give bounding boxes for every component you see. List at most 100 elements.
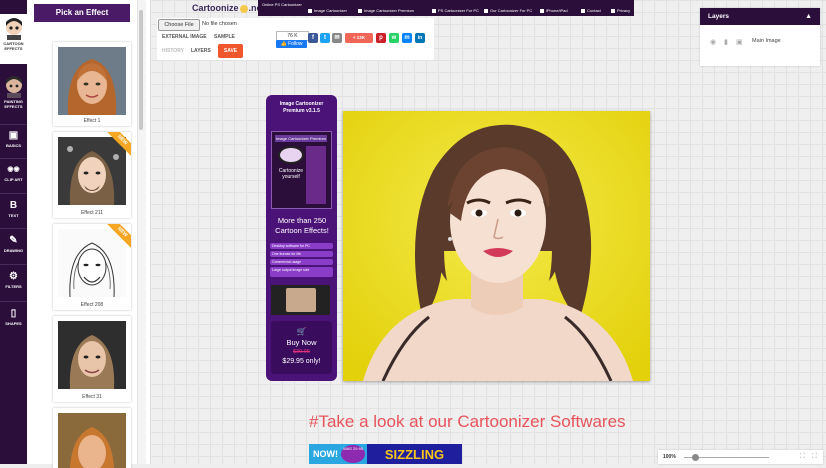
face-avatar-icon (5, 18, 22, 40)
fit-screen-icon[interactable]: ⛶ (800, 453, 805, 461)
save-button[interactable]: SAVE (218, 44, 243, 58)
promo-product-box: Image Cartoonizer Premium Cartoonize you… (271, 131, 332, 209)
tool-filters[interactable]: ⚙ FILTERS (0, 271, 27, 295)
layers-panel: Layers ▲ ◉ ▮ ▣ Main Image (700, 8, 820, 66)
nav-item-label: Image Cartoonizer Premium (364, 8, 415, 13)
promo-feature: Desktop software for PC (270, 243, 333, 249)
layers-tab[interactable]: LAYERS (191, 48, 211, 54)
tool-label: CARTOON EFFECTS (3, 41, 24, 51)
layer-item[interactable]: ◉ ▮ ▣ Main Image (706, 36, 814, 48)
nav-top-label[interactable]: Online PS Cartoonizer (262, 2, 302, 7)
buy-now-button[interactable]: 🛒 Buy Now $39.95 $29.95 only! (271, 321, 332, 374)
nav-mail-icon (581, 8, 585, 13)
lock-icon[interactable]: ▣ (736, 38, 743, 46)
effect-card-31[interactable]: Effect 31 (53, 316, 131, 402)
new-price: $29.95 only! (282, 358, 321, 365)
nav-phone-icon (540, 8, 544, 13)
promo-box-text: Cartoonize yourself (278, 168, 304, 180)
promo-screenshot (271, 285, 330, 315)
effect-card-208[interactable]: NEW Effect 208 (53, 224, 131, 310)
promo-feature: Large output image size (270, 267, 333, 277)
tool-basics[interactable]: ▣ BASICS (0, 130, 27, 154)
premium-promo-banner[interactable]: Image Cartoonizer Premium v3.1.5 Image C… (266, 95, 337, 381)
top-nav: Online PS Cartoonizer Image Cartoonizer … (258, 0, 634, 16)
nav-lock-icon (611, 8, 615, 13)
tool-shapes[interactable]: ▯ SHAPES (0, 308, 27, 332)
pick-effect-header: Pick an Effect (34, 4, 130, 22)
tool-drawing[interactable]: ✎ DRAWING (0, 235, 27, 259)
nav-item-ps-pc[interactable]: PS Cartoonizer For PC (432, 8, 479, 14)
nav-image-icon (358, 8, 362, 13)
buy-label: Buy Now (286, 338, 317, 347)
tool-divider (0, 158, 27, 159)
file-status: No file chosen (202, 21, 237, 27)
nav-item-label: Our Cartoonizer For PC (490, 8, 533, 13)
image-icon: ▣ (8, 130, 19, 141)
tool-label: CLIP ART (4, 177, 23, 182)
tool-label: TEXT (8, 213, 19, 218)
history-tab[interactable]: HISTORY (162, 48, 184, 54)
promo-eye-graphic (278, 146, 304, 164)
effect-card-211[interactable]: NEW Effect 211 (53, 132, 131, 218)
tool-label: PAINTING EFFECTS (4, 99, 23, 109)
nav-item-label: PS Cartoonizer For PC (438, 8, 479, 13)
effect-card-1[interactable]: Effect 1 (53, 42, 131, 126)
effect-preview-image (58, 137, 126, 205)
sample-link[interactable]: SAMPLE (214, 34, 235, 40)
pinterest-share-icon[interactable]: p (376, 33, 386, 43)
nav-item-contact[interactable]: Contact (581, 8, 601, 14)
zoom-slider-handle[interactable] (692, 454, 699, 461)
main-image-canvas[interactable] (343, 111, 650, 381)
effect-thumbnail (58, 137, 126, 205)
nav-item-iphone[interactable]: iPhone/iPad (540, 8, 568, 14)
price-badge: WAS 29.95 (341, 445, 365, 463)
gear-icon: ⚙ (9, 271, 18, 282)
tool-text[interactable]: B TEXT (0, 200, 27, 224)
cart-icon: 🛒 (296, 327, 307, 336)
twitter-share-icon[interactable]: t (320, 33, 330, 43)
brush-icon: ✎ (9, 235, 18, 246)
fullscreen-icon[interactable]: ⛶ (812, 453, 817, 461)
email-share-icon[interactable]: ✉ (332, 33, 342, 43)
effect-card-5[interactable] (53, 408, 131, 468)
promo-thumbnail-sizzling[interactable]: SIZZLING (367, 444, 462, 464)
tool-label: DRAWING (3, 248, 24, 253)
nav-item-image-cartoonizer[interactable]: Image Cartoonizer (308, 8, 347, 14)
effects-scroll-thumb[interactable] (139, 10, 143, 130)
effect-preview-image (58, 47, 126, 115)
messenger-share-icon[interactable]: m (402, 33, 412, 43)
tool-cartoon-effects[interactable]: CARTOON EFFECTS (0, 14, 27, 64)
facebook-share-icon[interactable]: f (308, 33, 318, 43)
eye-visibility-icon[interactable]: ◉ (710, 38, 716, 46)
nav-item-our-pc[interactable]: Our Cartoonizer For PC (484, 8, 532, 14)
more-share-button[interactable]: + 13K (345, 33, 373, 43)
effect-preview-image (58, 229, 126, 297)
nav-item-premium[interactable]: Image Cartoonizer Premium (358, 8, 414, 14)
effect-label: Effect 1 (83, 118, 101, 124)
nav-image-icon (432, 8, 436, 13)
text-b-icon: B (9, 200, 18, 211)
promo-title: Image Cartoonizer Premium v3.1.5 (279, 101, 324, 114)
site-logo[interactable]: Cartoonize .net (192, 3, 265, 13)
effect-label: Effect 211 (80, 210, 104, 216)
chevron-up-icon[interactable]: ▲ (805, 8, 812, 25)
choose-file-button[interactable]: Choose File (158, 19, 200, 31)
tool-divider (0, 193, 27, 194)
promo-headline: More than 250 Cartoon Effects! (275, 216, 329, 235)
tool-painting-effects[interactable]: PAINTING EFFECTS (0, 72, 27, 118)
follow-button[interactable]: 👍 Follow (276, 40, 307, 48)
promo-feature: Commercial usage (270, 259, 333, 265)
effect-thumbnail (58, 413, 126, 468)
whatsapp-share-icon[interactable]: w (389, 33, 399, 43)
nav-item-privacy[interactable]: Privacy (611, 8, 630, 14)
linkedin-share-icon[interactable]: in (415, 33, 425, 43)
layers-header[interactable]: Layers (700, 8, 820, 25)
tool-divider (0, 124, 27, 125)
external-image-link[interactable]: EXTERNAL IMAGE (162, 34, 207, 40)
trash-icon[interactable]: ▮ (724, 38, 728, 46)
nav-image-icon (484, 8, 488, 13)
layers-title: Layers (708, 13, 729, 20)
tool-clip-art[interactable]: ◉◉ CLIP ART (0, 164, 27, 188)
zoom-control: 100% ⛶ ⛶ (658, 450, 823, 464)
effect-label: Effect 208 (80, 302, 104, 308)
